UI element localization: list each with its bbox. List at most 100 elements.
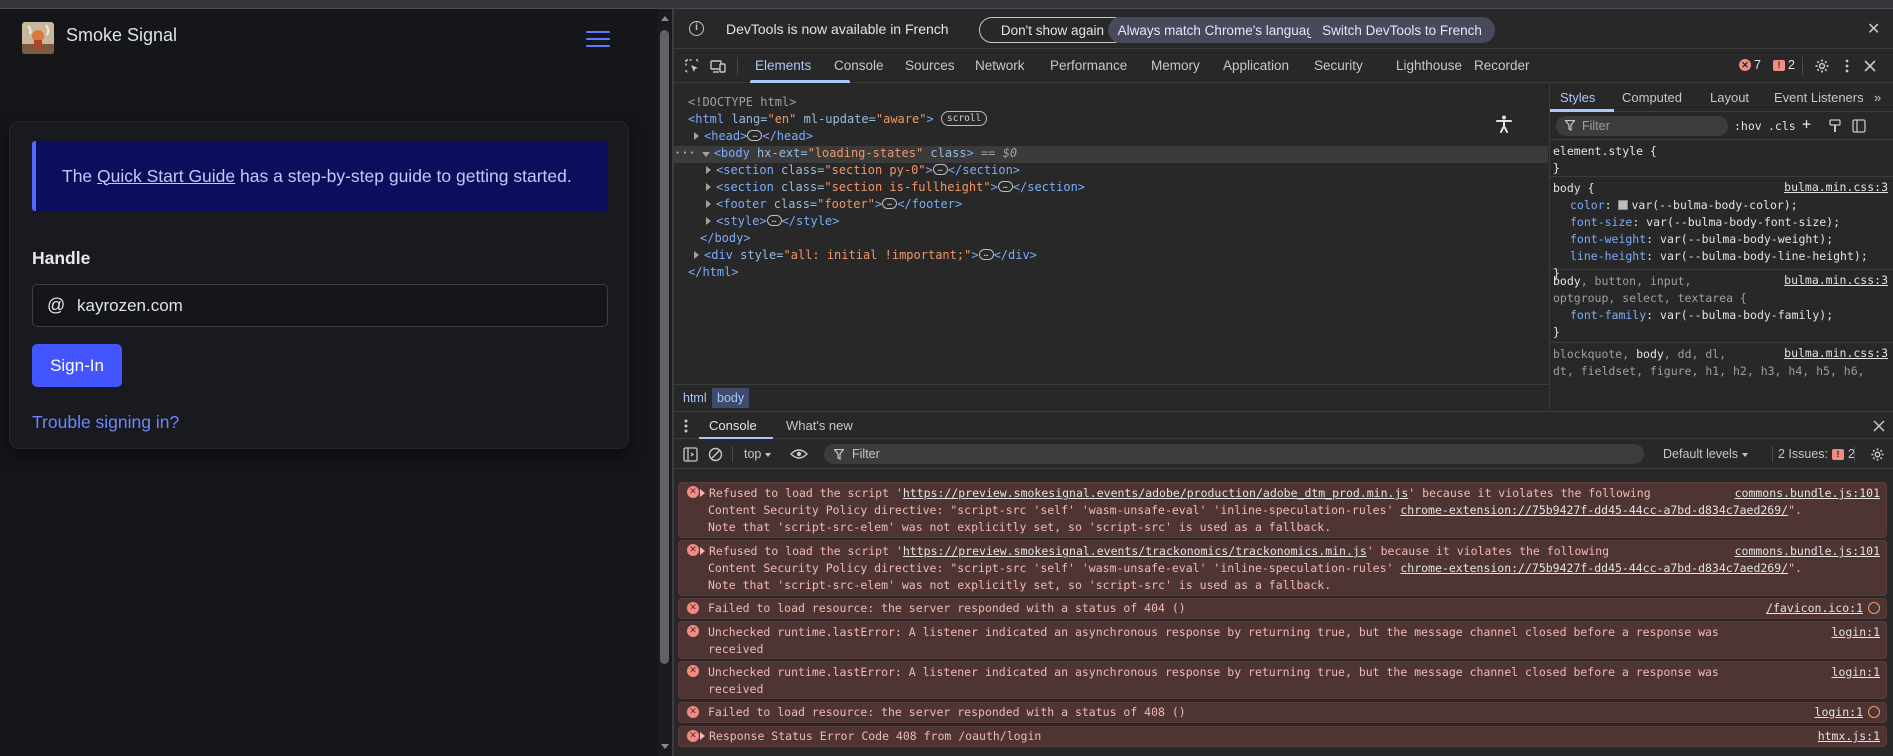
console-filter-input[interactable]: [852, 444, 1632, 464]
message-source-link[interactable]: commons.bundle.js:101: [1735, 543, 1880, 560]
scroll-down-arrow-icon[interactable]: [661, 744, 669, 749]
subtab-computed[interactable]: Computed: [1622, 90, 1682, 105]
class-toggle[interactable]: .cls: [1768, 119, 1796, 133]
rule3-selector-line2[interactable]: dt, fieldset, figure, h1, h2, h3, h4, h5…: [1553, 363, 1865, 380]
accessibility-tree-icon[interactable]: [1494, 114, 1514, 134]
tab-sources[interactable]: Sources: [905, 58, 955, 73]
expand-message-icon[interactable]: [700, 547, 705, 555]
node-actions-ellipsis-icon[interactable]: ···: [674, 146, 696, 160]
expand-section-icon[interactable]: [706, 183, 711, 191]
handle-input[interactable]: [77, 285, 597, 326]
tab-performance[interactable]: Performance: [1050, 58, 1127, 73]
color-swatch-icon[interactable]: [1618, 199, 1629, 210]
style-prop-font-weight[interactable]: font-weight: var(--bulma-body-weight);: [1570, 231, 1833, 248]
expand-head-icon[interactable]: [694, 132, 699, 140]
expand-footer-icon[interactable]: [706, 200, 711, 208]
expand-section-icon[interactable]: [706, 166, 711, 174]
error-counter[interactable]: ✕ 7: [1739, 58, 1761, 72]
log-levels-select[interactable]: Default levels: [1663, 447, 1749, 461]
dom-div-all-initial[interactable]: <div style="all: initial !important;">… <…: [694, 247, 1037, 264]
tab-lighthouse[interactable]: Lighthouse: [1396, 58, 1462, 73]
styles-filter-input[interactable]: [1582, 116, 1722, 136]
dom-section-py0[interactable]: <section class="section py-0">… </section…: [706, 162, 1020, 179]
network-request-icon[interactable]: [1868, 601, 1880, 614]
dom-html-close[interactable]: </html>: [688, 264, 739, 281]
trouble-signing-in-link[interactable]: Trouble signing in?: [32, 412, 179, 433]
message-source-link[interactable]: login:1: [1815, 704, 1880, 721]
tab-security[interactable]: Security: [1314, 58, 1363, 73]
console-error-message[interactable]: ✕ Unchecked runtime.lastError: A listene…: [678, 621, 1887, 659]
hamburger-menu-icon[interactable]: [586, 30, 612, 48]
expand-message-icon[interactable]: [700, 489, 705, 497]
message-source-link[interactable]: htmx.js:1: [1818, 728, 1880, 745]
page-scrollbar[interactable]: [657, 9, 672, 756]
breadcrumb-html[interactable]: html: [678, 388, 712, 408]
dom-doctype[interactable]: <!DOCTYPE html>: [688, 94, 796, 111]
dom-html-open[interactable]: <html lang="en" ml-update="aware"> scrol…: [688, 111, 988, 128]
console-settings-gear-icon[interactable]: [1870, 447, 1885, 462]
rule2-selector-line1[interactable]: body, button, input,: [1553, 273, 1691, 290]
more-subtabs-chevron-icon[interactable]: »: [1874, 90, 1881, 105]
message-source-link[interactable]: login:1: [1832, 624, 1880, 641]
sign-in-button[interactable]: Sign-In: [32, 344, 122, 387]
dom-section-fullheight[interactable]: <section class="section is-fullheight">……: [706, 179, 1085, 196]
console-error-message[interactable]: ✕ Refused to load the script 'https://pr…: [678, 540, 1887, 596]
more-options-icon[interactable]: [1839, 58, 1855, 74]
scroll-badge[interactable]: scroll: [940, 111, 988, 126]
dom-body-open[interactable]: ··· <body hx-ext="loading-states" class> …: [674, 145, 1017, 162]
close-drawer-icon[interactable]: [1873, 420, 1885, 432]
collapsed-ellipsis-icon[interactable]: …: [932, 164, 948, 175]
collapsed-ellipsis-icon[interactable]: …: [766, 215, 782, 226]
always-match-language-button[interactable]: Always match Chrome's language: [1108, 17, 1331, 43]
drawer-menu-icon[interactable]: [684, 419, 688, 433]
dom-head[interactable]: <head>… </head>: [694, 128, 813, 145]
style-prop-font-family[interactable]: font-family: var(--bulma-body-family);: [1570, 307, 1833, 324]
switch-to-french-button[interactable]: Switch DevTools to French: [1309, 17, 1495, 43]
dom-body-close[interactable]: </body>: [700, 230, 751, 247]
tab-memory[interactable]: Memory: [1151, 58, 1200, 73]
drawer-tab-whats-new[interactable]: What's new: [786, 418, 853, 433]
message-url-link[interactable]: chrome-extension://75b9427f-dd45-44cc-a7…: [1400, 503, 1788, 517]
expand-div-icon[interactable]: [694, 251, 699, 259]
message-url-link[interactable]: https://preview.smokesignal.events/track…: [903, 544, 1367, 558]
tab-network[interactable]: Network: [975, 58, 1025, 73]
toggle-sidebar-icon[interactable]: [1852, 119, 1866, 133]
element-style-selector[interactable]: element.style {: [1553, 143, 1657, 160]
rule2-source-link[interactable]: bulma.min.css:3: [1784, 273, 1888, 287]
collapsed-ellipsis-icon[interactable]: …: [997, 181, 1013, 192]
style-prop-font-size[interactable]: font-size: var(--bulma-body-font-size);: [1570, 214, 1840, 231]
smoke-signal-logo-icon[interactable]: [22, 22, 54, 54]
live-expression-eye-icon[interactable]: [790, 448, 808, 460]
console-error-message[interactable]: ✕ Unchecked runtime.lastError: A listene…: [678, 661, 1887, 699]
tab-elements[interactable]: Elements: [755, 58, 811, 73]
collapsed-ellipsis-icon[interactable]: …: [882, 198, 898, 209]
console-error-message[interactable]: ✕ Failed to load resource: the server re…: [678, 598, 1887, 619]
expand-message-icon[interactable]: [700, 732, 705, 740]
body-rule-selector[interactable]: body {: [1553, 180, 1595, 197]
collapse-body-icon[interactable]: [701, 152, 710, 157]
hover-state-toggle[interactable]: :hov: [1734, 119, 1762, 133]
message-source-link[interactable]: login:1: [1832, 664, 1880, 681]
style-prop-line-height[interactable]: line-height: var(--bulma-body-line-heigh…: [1570, 248, 1868, 265]
tab-console[interactable]: Console: [834, 58, 884, 73]
tab-recorder[interactable]: Recorder: [1474, 58, 1530, 73]
breadcrumb-body[interactable]: body: [712, 388, 750, 408]
message-url-link[interactable]: https://preview.smokesignal.events/adobe…: [903, 486, 1408, 500]
console-error-message[interactable]: ✕ Response Status Error Code 408 from /o…: [678, 726, 1887, 747]
rule3-source-link[interactable]: bulma.min.css:3: [1784, 346, 1888, 360]
dom-footer[interactable]: <footer class="footer">… </footer>: [706, 196, 962, 213]
close-infobar-icon[interactable]: ✕: [1867, 19, 1880, 38]
show-console-sidebar-icon[interactable]: [683, 447, 698, 462]
close-devtools-icon[interactable]: [1862, 58, 1878, 74]
console-error-message[interactable]: ✕ Failed to load resource: the server re…: [678, 702, 1887, 723]
network-request-icon[interactable]: [1868, 705, 1880, 718]
rule2-selector-line2[interactable]: optgroup, select, textarea {: [1553, 290, 1747, 307]
collapsed-ellipsis-icon[interactable]: …: [747, 130, 763, 141]
inspect-element-icon[interactable]: [684, 58, 700, 74]
message-source-link[interactable]: commons.bundle.js:101: [1735, 485, 1880, 502]
clear-console-icon[interactable]: [708, 447, 723, 462]
body-rule-source-link[interactable]: bulma.min.css:3: [1784, 180, 1888, 194]
style-prop-color[interactable]: color: var(--bulma-body-color);: [1570, 197, 1798, 214]
dom-style[interactable]: <style>… </style>: [706, 213, 839, 230]
execution-context-select[interactable]: top: [744, 447, 772, 461]
